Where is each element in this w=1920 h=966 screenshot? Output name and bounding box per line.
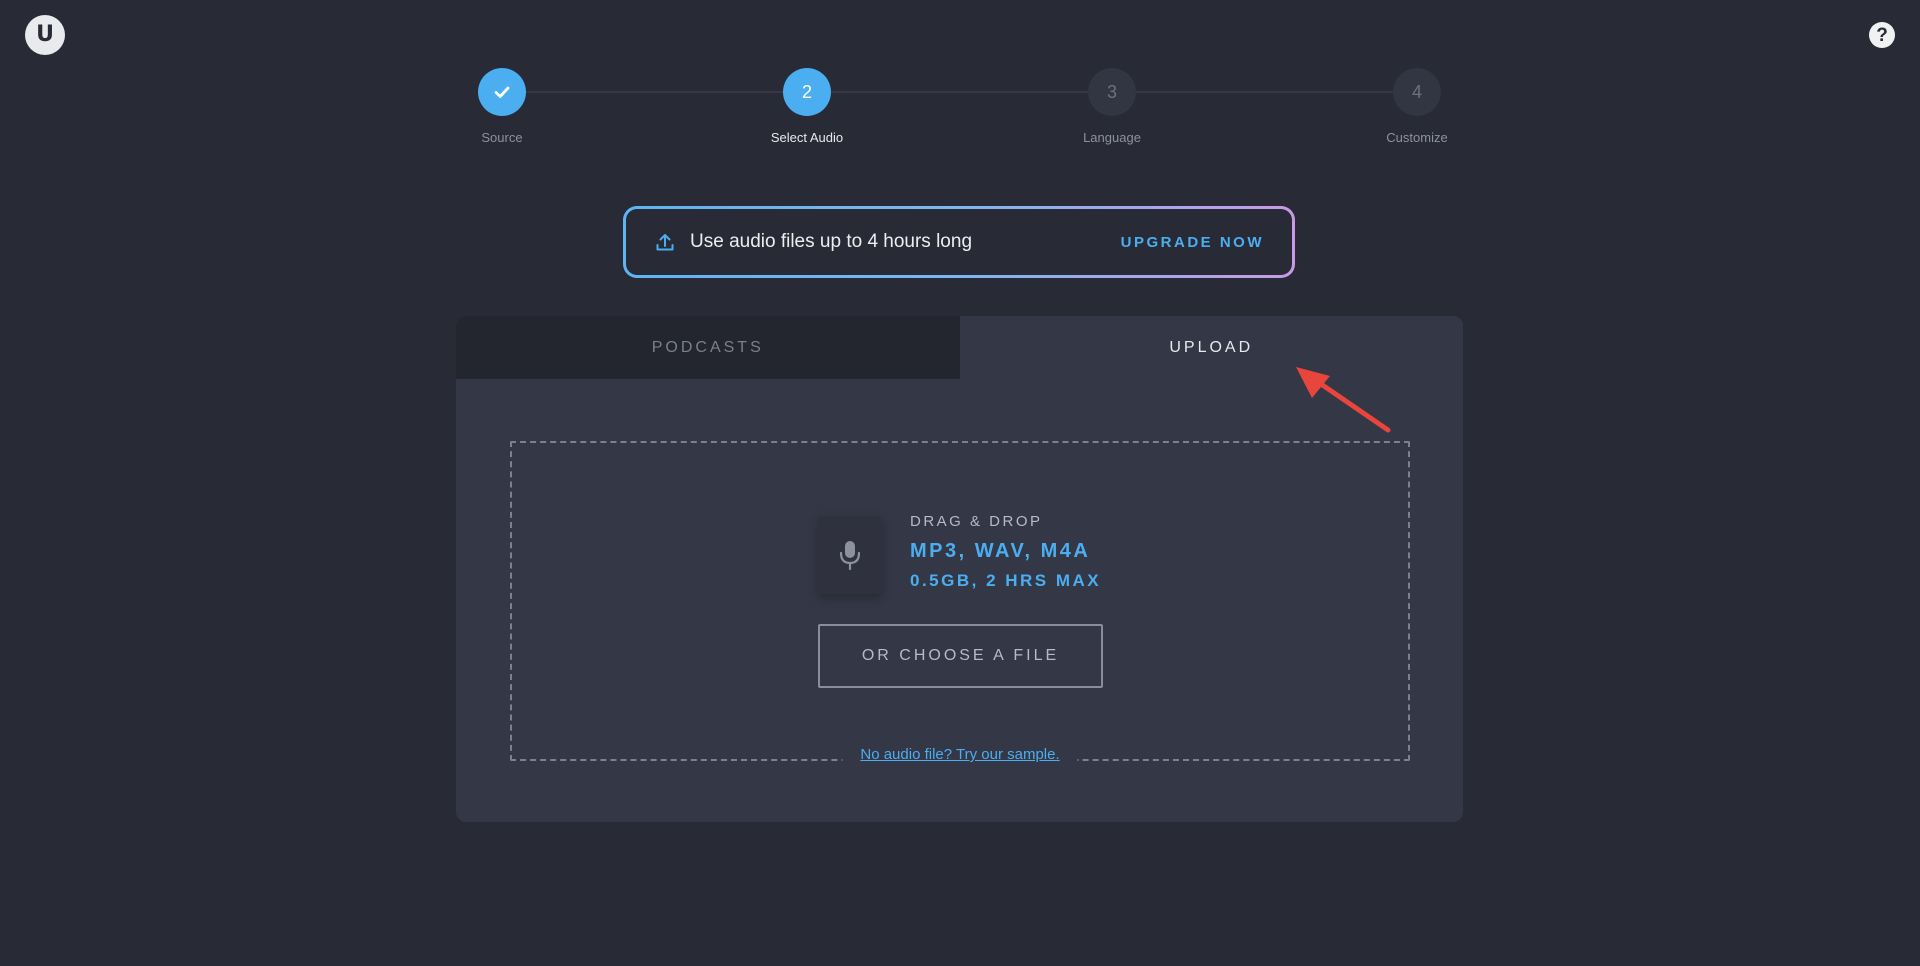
help-button[interactable]: ? bbox=[1869, 22, 1895, 48]
try-sample-link[interactable]: No audio file? Try our sample. bbox=[842, 746, 1078, 763]
checkmark-icon bbox=[494, 86, 510, 98]
banner-text: Use audio files up to 4 hours long bbox=[690, 231, 973, 252]
progress-stepper: Source 2 Select Audio 3 Language 4 Custo… bbox=[478, 68, 1448, 148]
step-circle: 2 bbox=[783, 68, 831, 116]
logo-glyph: U bbox=[36, 22, 54, 47]
drag-drop-label: DRAG & DROP bbox=[910, 513, 1043, 530]
app-logo[interactable]: U bbox=[25, 15, 65, 55]
step-label: Language bbox=[1083, 130, 1141, 145]
question-circle-icon: ? bbox=[1876, 24, 1888, 46]
file-dropzone[interactable]: DRAG & DROP MP3, WAV, M4A 0.5GB, 2 HRS M… bbox=[510, 441, 1410, 763]
microphone-icon bbox=[839, 541, 861, 571]
size-limit: 0.5GB, 2 HRS MAX bbox=[910, 571, 1102, 590]
step-label: Select Audio bbox=[770, 130, 844, 145]
upgrade-banner-inner: Use audio files up to 4 hours long UPGRA… bbox=[626, 209, 1292, 275]
step-circle: 4 bbox=[1393, 68, 1441, 116]
upgrade-banner: Use audio files up to 4 hours long UPGRA… bbox=[623, 206, 1295, 278]
step-label: Source bbox=[481, 130, 523, 145]
tab-podcasts[interactable]: PODCASTS bbox=[456, 316, 960, 379]
step-customize[interactable]: 4 Customize bbox=[1357, 68, 1477, 145]
step-select-audio[interactable]: 2 Select Audio bbox=[747, 68, 867, 145]
step-source[interactable]: Source bbox=[442, 68, 562, 145]
step-language[interactable]: 3 Language bbox=[1052, 68, 1172, 145]
supported-formats: MP3, WAV, M4A bbox=[910, 540, 1091, 562]
upgrade-now-button[interactable]: UPGRADE NOW bbox=[1121, 234, 1264, 251]
upload-icon bbox=[656, 234, 674, 251]
audio-file-icon bbox=[818, 516, 882, 594]
step-circle bbox=[478, 68, 526, 116]
annotation-arrow-icon bbox=[1296, 367, 1391, 433]
stepper-track bbox=[502, 91, 1417, 93]
format-info: DRAG & DROP MP3, WAV, M4A 0.5GB, 2 HRS M… bbox=[910, 513, 1101, 591]
step-label: Customize bbox=[1386, 130, 1448, 145]
app-root: U ? Source 2 Select Audio 3 Language 4 C… bbox=[0, 0, 1920, 966]
step-circle: 3 bbox=[1088, 68, 1136, 116]
choose-file-button[interactable]: OR CHOOSE A FILE bbox=[818, 624, 1103, 688]
